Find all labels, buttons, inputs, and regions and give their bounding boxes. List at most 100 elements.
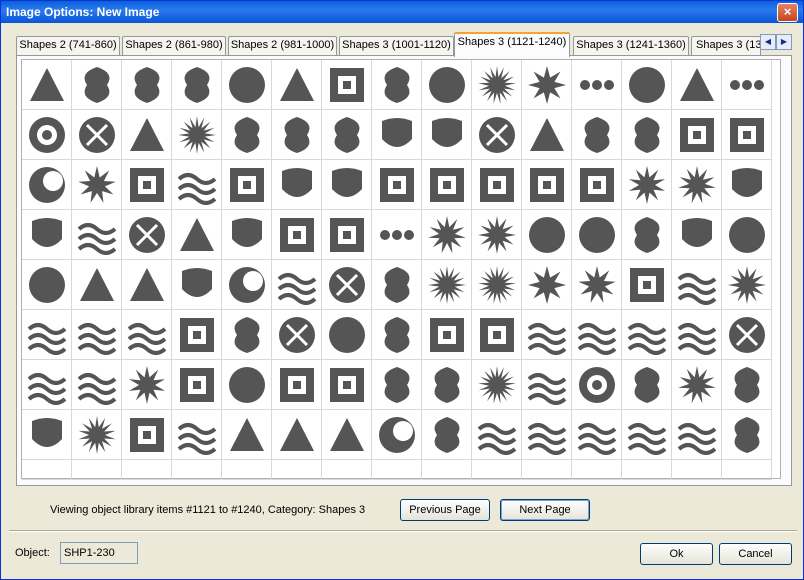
hourglass-bar-icon[interactable] bbox=[272, 60, 322, 110]
three-rings-icon[interactable] bbox=[572, 60, 622, 110]
swirl-circle-icon[interactable] bbox=[722, 310, 772, 360]
l-curve-icon[interactable] bbox=[372, 60, 422, 110]
radiation-icon[interactable] bbox=[72, 60, 122, 110]
compass-star-icon[interactable] bbox=[572, 260, 622, 310]
fan-lines-icon[interactable] bbox=[272, 260, 322, 310]
circle-bars-icon[interactable] bbox=[222, 60, 272, 110]
ok-button[interactable]: Ok bbox=[640, 543, 713, 565]
close-button[interactable]: × bbox=[777, 3, 798, 22]
scatter-tri-icon[interactable] bbox=[172, 210, 222, 260]
arch-gate-icon[interactable] bbox=[22, 210, 72, 260]
pentagon-icon[interactable] bbox=[172, 260, 222, 310]
knot-frame-icon[interactable] bbox=[172, 310, 222, 360]
yin-moon-icon[interactable] bbox=[222, 260, 272, 310]
dot-string-icon[interactable] bbox=[272, 410, 322, 460]
crown-spikes-icon[interactable] bbox=[222, 110, 272, 160]
checker-narrow-icon[interactable] bbox=[722, 110, 772, 160]
scalloped-circle-icon[interactable] bbox=[722, 210, 772, 260]
swirl-tri-icon[interactable] bbox=[472, 110, 522, 160]
sun-spiky-icon[interactable] bbox=[72, 160, 122, 210]
flick-4-icon[interactable] bbox=[672, 410, 722, 460]
three-dots-icon[interactable] bbox=[722, 60, 772, 110]
frame-squares-icon[interactable] bbox=[222, 160, 272, 210]
shield-curve-icon[interactable] bbox=[22, 410, 72, 460]
starburst-solid-icon[interactable] bbox=[472, 210, 522, 260]
tab-shapes3-1241[interactable]: Shapes 3 (1241-1360) bbox=[573, 36, 689, 56]
flick-3-icon[interactable] bbox=[622, 410, 672, 460]
lens-icon[interactable] bbox=[622, 110, 672, 160]
line-dash-icon[interactable] bbox=[22, 360, 72, 410]
gear-outline-icon[interactable] bbox=[522, 210, 572, 260]
crescent-icon[interactable] bbox=[422, 410, 472, 460]
recycle-circle-icon[interactable] bbox=[122, 210, 172, 260]
t-block-icon[interactable] bbox=[422, 160, 472, 210]
concentric-arcs-icon[interactable] bbox=[672, 60, 722, 110]
waves-heavy-icon[interactable] bbox=[522, 310, 572, 360]
chevron-right-icon[interactable]: ▶ bbox=[776, 34, 792, 50]
eight-star-icon[interactable] bbox=[122, 360, 172, 410]
concave-square-2-icon[interactable] bbox=[322, 360, 372, 410]
notched-square-icon[interactable] bbox=[522, 160, 572, 210]
diamond-squares-icon[interactable] bbox=[122, 160, 172, 210]
waves-3b-icon[interactable] bbox=[72, 310, 122, 360]
three-circles-icon[interactable] bbox=[572, 210, 622, 260]
shield-badge-icon[interactable] bbox=[222, 210, 272, 260]
fan-arc-icon[interactable] bbox=[372, 260, 422, 310]
tendril-icon[interactable] bbox=[522, 360, 572, 410]
triangles-burst-icon[interactable] bbox=[22, 60, 72, 110]
angle-bracket-icon[interactable] bbox=[222, 310, 272, 360]
wave-circle-icon[interactable] bbox=[322, 310, 372, 360]
arch-door-icon[interactable] bbox=[722, 160, 772, 210]
tab-shapes2-981[interactable]: Shapes 2 (981-1000) bbox=[228, 36, 337, 56]
cancel-button[interactable]: Cancel bbox=[719, 543, 792, 565]
circle-x-solid-icon[interactable] bbox=[272, 310, 322, 360]
ray-burst-icon[interactable] bbox=[472, 360, 522, 410]
dot-matrix-icon[interactable] bbox=[222, 410, 272, 460]
trapezoid-icon[interactable] bbox=[372, 110, 422, 160]
object-field[interactable]: SHP1-230 bbox=[60, 542, 138, 564]
bent-cylinder-icon[interactable] bbox=[322, 160, 372, 210]
square-grid-icon[interactable] bbox=[472, 160, 522, 210]
shell-icon[interactable] bbox=[222, 360, 272, 410]
dome-icon[interactable] bbox=[422, 110, 472, 160]
starburst-icon[interactable] bbox=[522, 60, 572, 110]
previous-page-button[interactable]: Previous Page bbox=[400, 499, 490, 521]
lightning-line-icon[interactable] bbox=[72, 360, 122, 410]
star-scatter-icon[interactable] bbox=[472, 260, 522, 310]
parquet-icon[interactable] bbox=[272, 210, 322, 260]
wave-line-icon[interactable] bbox=[172, 410, 222, 460]
crescent-cap-icon[interactable] bbox=[672, 210, 722, 260]
tab-shapes3-1121[interactable]: Shapes 3 (1121-1240) bbox=[454, 32, 570, 57]
clover-icon[interactable] bbox=[722, 410, 772, 460]
speech-bubble-icon[interactable] bbox=[272, 110, 322, 160]
starburst-outline-icon[interactable] bbox=[422, 210, 472, 260]
next-page-button[interactable]: Next Page bbox=[500, 499, 590, 521]
scrolls-icon[interactable] bbox=[622, 360, 672, 410]
capsule-icon[interactable] bbox=[272, 160, 322, 210]
z-block-icon[interactable] bbox=[472, 310, 522, 360]
eye-circle-icon[interactable] bbox=[572, 360, 622, 410]
splash-flower-icon[interactable] bbox=[422, 360, 472, 410]
tab-shapes2-741[interactable]: Shapes 2 (741-860) bbox=[16, 36, 120, 56]
squiggle-icon[interactable] bbox=[72, 210, 122, 260]
waves-outline-icon[interactable] bbox=[122, 310, 172, 360]
sun-burst-icon[interactable] bbox=[472, 60, 522, 110]
knot-square-icon[interactable] bbox=[622, 260, 672, 310]
tri-dots-icon[interactable] bbox=[122, 260, 172, 310]
speech-bubble-2-icon[interactable] bbox=[322, 110, 372, 160]
waves-heavy-2-icon[interactable] bbox=[572, 310, 622, 360]
waves-thin-2-icon[interactable] bbox=[672, 310, 722, 360]
compass-sun-icon[interactable] bbox=[172, 110, 222, 160]
scalloped-solid-icon[interactable] bbox=[22, 260, 72, 310]
lotus-icon[interactable] bbox=[722, 360, 772, 410]
chevron-left-icon[interactable]: ◀ bbox=[760, 34, 776, 50]
framed-compass-icon[interactable] bbox=[522, 260, 572, 310]
flick-2-icon[interactable] bbox=[572, 410, 622, 460]
grid-holes-icon[interactable] bbox=[322, 210, 372, 260]
spiral-icon[interactable] bbox=[572, 110, 622, 160]
pinwheel-circle-icon[interactable] bbox=[72, 110, 122, 160]
square-arrows-icon[interactable] bbox=[322, 60, 372, 110]
sun-rays-icon[interactable] bbox=[672, 360, 722, 410]
framed-star-icon[interactable] bbox=[422, 260, 472, 310]
flick-icon[interactable] bbox=[522, 410, 572, 460]
